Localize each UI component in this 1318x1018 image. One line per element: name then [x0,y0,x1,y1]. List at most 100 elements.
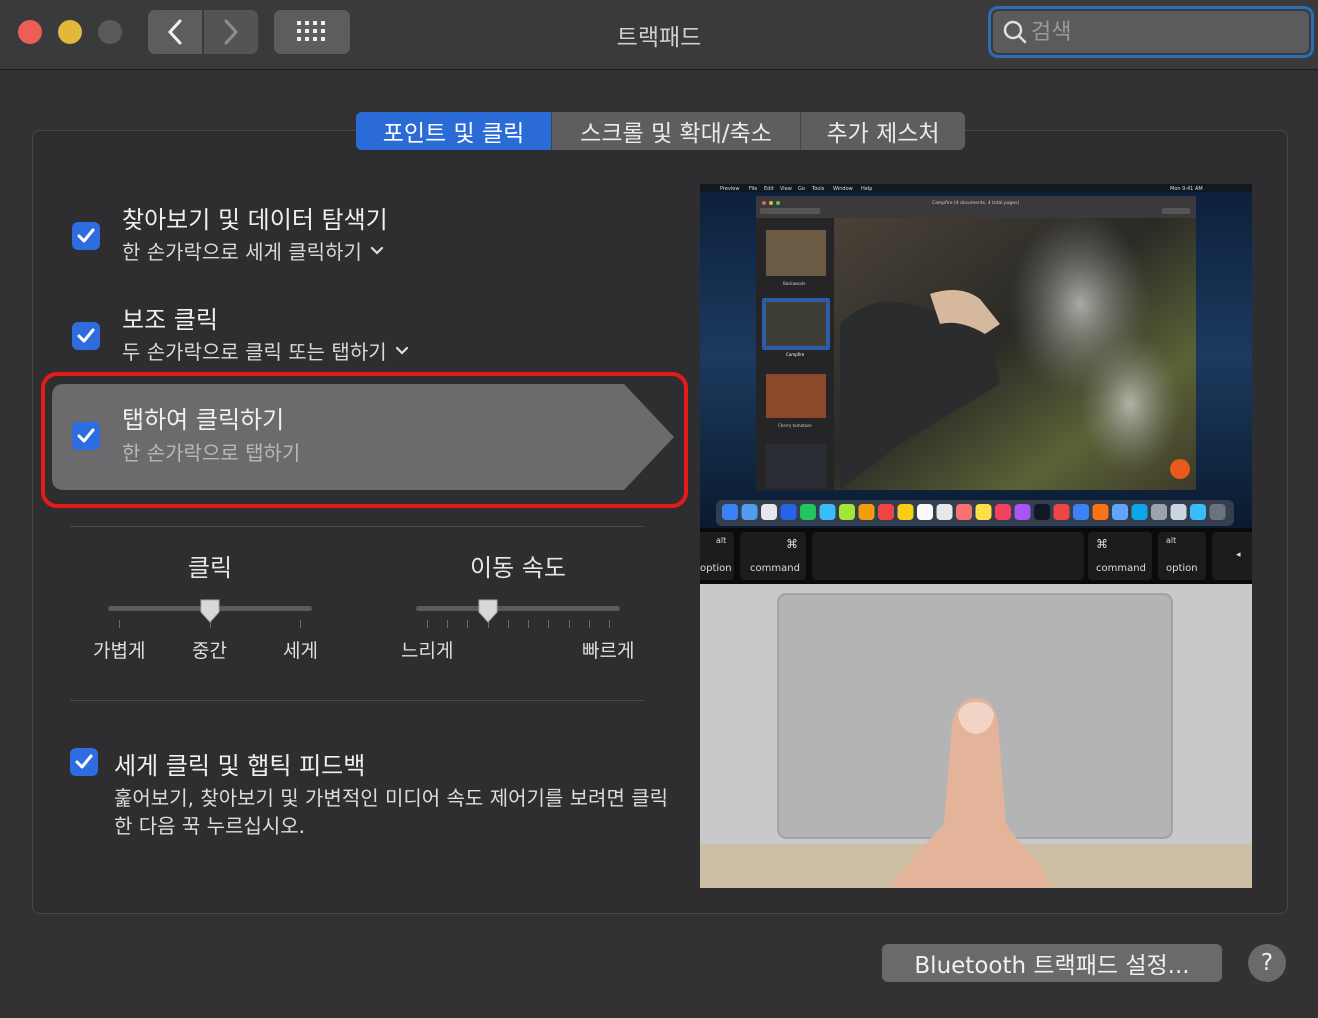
tab-bar: 포인트 및 클릭 스크롤 및 확대/축소 추가 제스처 [356,112,965,150]
dock-app-icon [800,504,816,520]
tap-to-click-checkbox[interactable] [72,422,100,450]
dock-app-icon [1170,504,1187,520]
click-firm-label: 세게 [283,640,318,662]
dock-app-icon [741,504,758,520]
thumbnail-label: Cherry tomatoes [778,423,812,428]
chevron-down-icon [370,246,383,255]
close-window-button[interactable] [18,20,42,44]
key-option-left: option [700,563,732,574]
preview-menubar: View [780,186,792,192]
key-command-symbol: ⌘ [1096,537,1108,551]
key-command-symbol: ⌘ [786,537,798,551]
preview-menubar: Edit [764,186,774,192]
dock-app-icon [1190,504,1206,520]
tab-more-gestures[interactable]: 추가 제스처 [801,112,965,150]
tab-point-and-click[interactable]: 포인트 및 클릭 [356,112,552,150]
minimize-window-button[interactable] [58,20,82,44]
key-command-left: command [750,563,800,574]
thumbnail-label: Backwoods [783,281,806,286]
force-click-title: 세게 클릭 및 햅틱 피드백 [114,752,366,780]
speed-slider-tick [528,620,530,628]
checkmark-icon [77,328,95,343]
speed-slider-title: 이동 속도 [470,554,566,582]
chevron-left-icon [167,19,182,45]
dock-app-icon [897,504,914,520]
tap-to-click-title: 탭하여 클릭하기 [122,406,285,434]
grid-icon [297,21,325,41]
dock-app-icon [780,504,797,520]
gesture-preview: Preview File Edit View Go Tools Window H… [700,184,1252,888]
speed-slider-tick [447,620,449,628]
preview-menubar: Preview [720,186,739,192]
title-bar: 트랙패드 [0,0,1318,70]
preview-menubar: Help [861,186,872,192]
help-button[interactable]: ? [1248,944,1286,982]
speed-slider-tick [548,620,550,628]
lookup-checkbox[interactable] [72,222,100,250]
click-slider-title: 클릭 [187,554,233,582]
key-alt-left: alt [716,536,726,545]
search-input[interactable] [1031,19,1291,45]
preview-menubar: File [749,186,757,192]
key-command-right: command [1096,563,1146,574]
dock-app-icon [722,504,738,520]
dock-app-icon [1112,504,1128,520]
dock-app-icon [1131,504,1148,520]
back-button[interactable] [148,10,202,54]
tap-to-click-subtitle: 한 손가락으로 탭하기 [122,441,301,465]
key-alt-right: alt [1166,536,1176,545]
speed-fast-label: 빠르게 [582,640,635,662]
preview-clock: Mon 9:41 AM [1170,186,1203,192]
dock-app-icon [761,504,777,520]
dock-app-icon [1209,504,1226,520]
dock-app-icon [1053,504,1070,520]
dock-app-icon [858,504,875,520]
lookup-gesture-dropdown[interactable]: 한 손가락으로 세게 클릭하기 [122,236,384,265]
click-slider-thumb[interactable] [199,598,221,624]
checkmark-icon [75,754,93,769]
secondary-click-checkbox[interactable] [72,322,100,350]
preview-illustration: Preview File Edit View Go Tools Window H… [700,184,1252,888]
click-light-label: 가볍게 [93,640,146,662]
dock-app-icon [878,504,894,520]
secondary-click-subtitle: 두 손가락으로 클릭 또는 탭하기 [122,340,387,364]
dock-app-icon [1092,504,1109,520]
dock-app-icon [839,504,855,520]
speed-slider-tick [507,620,509,628]
lookup-subtitle: 한 손가락으로 세게 클릭하기 [122,240,362,264]
tab-scroll-and-zoom[interactable]: 스크롤 및 확대/축소 [552,112,801,150]
click-slider-tick [300,620,301,628]
zoom-window-button[interactable] [98,20,122,44]
dock-app-icon [819,504,836,520]
divider [70,700,644,701]
dock-app-icon [1073,504,1089,520]
dock-app-icon [917,504,933,520]
speed-slider-track[interactable] [416,606,620,611]
secondary-click-dropdown[interactable]: 두 손가락으로 클릭 또는 탭하기 [122,336,409,365]
dock-app-icon [1014,504,1031,520]
preview-doc-title: Campfire (4 documents, 4 total pages) [932,200,1019,206]
dock-app-icon [1034,504,1050,520]
dock-app-icon [995,504,1011,520]
speed-slider-tick [609,620,610,628]
preview-menubar: Tools [811,186,825,192]
search-icon [1003,20,1027,44]
dock-app-icon [975,504,992,520]
click-medium-label: 중간 [192,640,227,662]
bluetooth-trackpad-setup-button[interactable]: Bluetooth 트랙패드 설정... [882,944,1222,982]
show-all-button[interactable] [274,10,350,54]
key-option-right: option [1166,563,1198,574]
chevron-down-icon [395,346,408,355]
speed-slider-tick [568,620,570,628]
force-click-checkbox[interactable] [70,748,98,776]
preview-menubar: Go [798,186,805,192]
speed-slow-label: 느리게 [401,640,454,662]
thumbnail-label: Campfire [786,352,805,357]
search-field[interactable] [988,6,1314,58]
forward-button[interactable] [204,10,258,54]
force-click-description: 훑어보기, 찾아보기 및 가변적인 미디어 속도 제어기를 보려면 클릭한 다음… [114,786,669,838]
speed-slider-thumb[interactable] [477,598,499,624]
checkmark-icon [77,228,95,243]
key-arrow: ◂ [1236,550,1241,560]
speed-slider-tick [467,620,469,628]
